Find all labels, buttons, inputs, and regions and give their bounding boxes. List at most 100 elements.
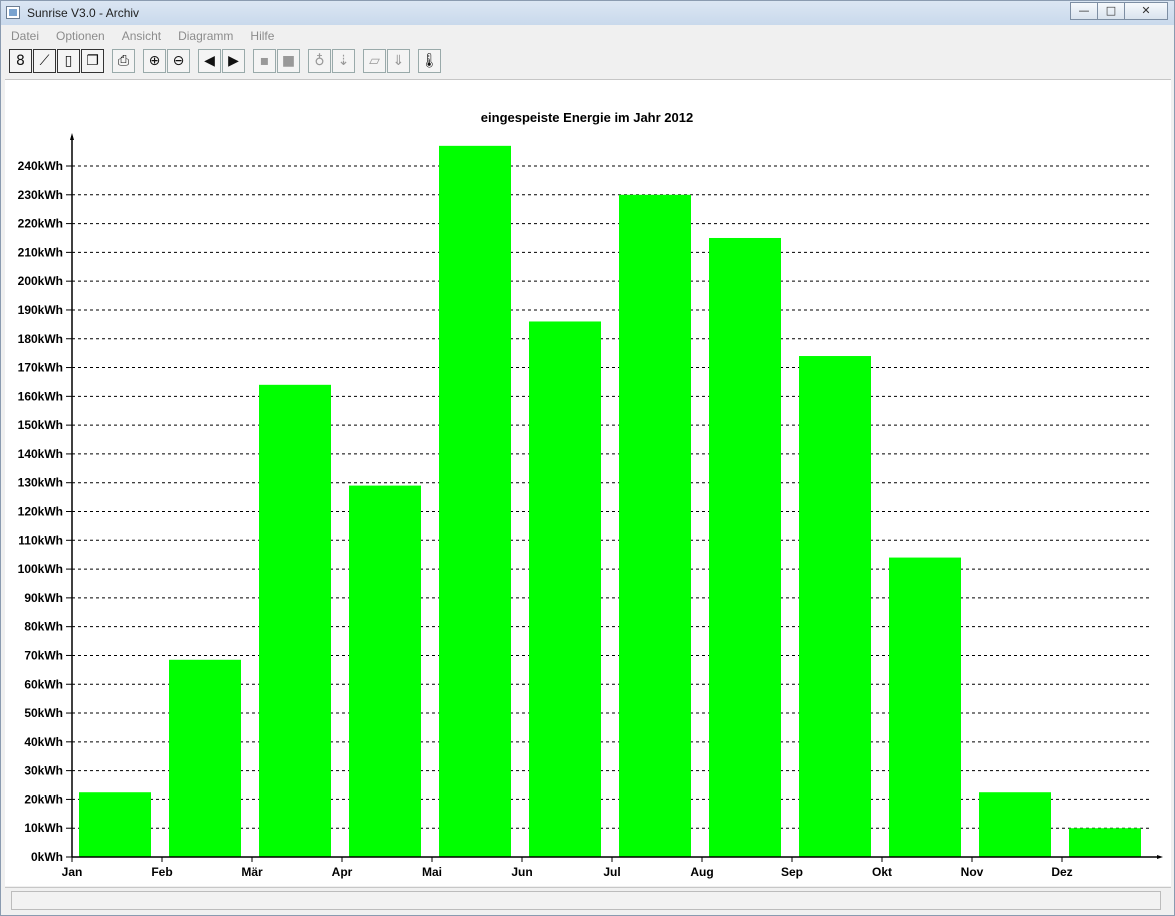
menu-hilfe[interactable]: Hilfe <box>240 26 281 46</box>
y-tick-label: 120kWh <box>18 505 63 519</box>
bar-mär <box>259 384 331 857</box>
overview-button[interactable]: 8 <box>9 49 32 73</box>
y-tick-label: 240kWh <box>18 159 63 173</box>
overview-icon: 8 <box>16 53 25 69</box>
y-tick-label: 80kWh <box>24 620 63 634</box>
minimize-button[interactable]: — <box>1070 2 1098 20</box>
x-tick-label: Feb <box>151 865 172 879</box>
y-tick-label: 110kWh <box>18 533 63 547</box>
bar-feb <box>169 659 241 857</box>
y-tick-label: 150kWh <box>18 418 63 432</box>
panel-button[interactable]: ▱ <box>363 49 386 73</box>
thermometer-button[interactable]: 🌡 <box>418 49 441 73</box>
menu-datei[interactable]: Datei <box>1 26 46 46</box>
zoom-in-icon: ⊕ <box>148 53 161 69</box>
month-button[interactable]: ■ <box>277 49 300 73</box>
line-chart-icon: ⟋ <box>39 53 50 69</box>
window-title: Sunrise V3.0 - Archiv <box>27 6 140 20</box>
y-tick-label: 170kWh <box>18 361 63 375</box>
day-icon: ▪ <box>259 53 270 69</box>
x-tick-label: Mai <box>422 865 442 879</box>
zoom-out-icon: ⊖ <box>172 53 185 69</box>
x-tick-label: Apr <box>332 865 353 879</box>
app-icon[interactable] <box>6 6 20 19</box>
y-tick-label: 60kWh <box>24 677 63 691</box>
toolbar: 8 ⟋ ▯ ❐ ⎙ ⊕ ⊖ ◀ ▶ ▪ ■ ♁ ⇣ ▱ ⇓ 🌡 <box>9 47 442 75</box>
menu-diagramm[interactable]: Diagramm <box>168 26 240 46</box>
x-tick-label: Dez <box>1051 865 1072 879</box>
x-tick-label: Mär <box>241 865 263 879</box>
y-tick-label: 20kWh <box>24 792 63 806</box>
month-icon: ■ <box>281 53 296 69</box>
zoom-in-button[interactable]: ⊕ <box>143 49 166 73</box>
y-tick-label: 200kWh <box>18 274 63 288</box>
print-button[interactable]: ⎙ <box>112 49 135 73</box>
y-tick-label: 220kWh <box>18 217 63 231</box>
bar-jun <box>529 321 601 858</box>
y-tick-label: 10kWh <box>24 821 63 835</box>
y-tick-label: 50kWh <box>24 706 63 720</box>
y-tick-label: 140kWh <box>18 447 63 461</box>
y-tick-label: 130kWh <box>18 476 63 490</box>
plug-down-button[interactable]: ⇣ <box>332 49 355 73</box>
y-tick-label: 190kWh <box>18 303 63 317</box>
x-tick-label: Jul <box>603 865 620 879</box>
x-tick-label: Okt <box>872 865 892 879</box>
y-tick-label: 100kWh <box>18 562 63 576</box>
y-axis-arrow <box>70 133 74 140</box>
app-window: Sunrise V3.0 - Archiv — □ ✕ Datei Optione… <box>0 0 1175 916</box>
bar-okt <box>889 557 961 857</box>
bar-apr <box>349 485 421 857</box>
page-button[interactable]: ▯ <box>57 49 80 73</box>
previous-icon: ◀ <box>204 53 215 69</box>
y-tick-label: 40kWh <box>24 735 63 749</box>
plug-down-icon: ⇣ <box>337 53 350 69</box>
panel-icon: ▱ <box>369 53 380 69</box>
thermometer-icon: 🌡 <box>420 53 439 69</box>
print-icon: ⎙ <box>117 53 130 69</box>
y-tick-label: 70kWh <box>24 648 63 662</box>
bar-jul <box>619 194 691 858</box>
status-bar <box>5 887 1171 913</box>
chart-area: eingespeiste Energie im Jahr 2012 0kWh 10… <box>5 79 1171 886</box>
menu-optionen[interactable]: Optionen <box>46 26 112 46</box>
bar-jan <box>79 792 151 857</box>
day-button[interactable]: ▪ <box>253 49 276 73</box>
bar-aug <box>709 237 781 857</box>
y-axis-ticks: 0kWh 10kWh 20kWh 30kWh 40kWh 50kWh 60kWh 70kWh 8… <box>18 159 72 864</box>
bars <box>79 145 1141 858</box>
plug-icon: ♁ <box>314 53 325 69</box>
status-panel <box>11 891 1161 910</box>
menu-bar: Datei Optionen Ansicht Diagramm Hilfe <box>1 26 1174 46</box>
y-tick-label: 230kWh <box>18 188 63 202</box>
y-tick-label: 210kWh <box>18 245 63 259</box>
y-tick-label: 180kWh <box>18 332 63 346</box>
bar-mai <box>439 145 511 857</box>
maximize-button[interactable]: □ <box>1097 2 1125 20</box>
x-axis-arrow <box>1157 855 1163 859</box>
x-tick-label: Nov <box>961 865 984 879</box>
windows-button[interactable]: ❐ <box>81 49 104 73</box>
menu-ansicht[interactable]: Ansicht <box>112 26 168 46</box>
x-tick-label: Jun <box>511 865 532 879</box>
page-icon: ▯ <box>64 53 73 69</box>
panel-down-icon: ⇓ <box>392 53 405 69</box>
x-tick-label: Jan <box>62 865 83 879</box>
panel-down-button[interactable]: ⇓ <box>387 49 410 73</box>
plug-button[interactable]: ♁ <box>308 49 331 73</box>
bar-sep <box>799 356 871 857</box>
y-tick-label: 0kWh <box>31 850 63 864</box>
energy-bar-chart: eingespeiste Energie im Jahr 2012 0kWh 10… <box>18 110 1163 879</box>
chart-title: eingespeiste Energie im Jahr 2012 <box>481 110 693 125</box>
next-button[interactable]: ▶ <box>222 49 245 73</box>
line-chart-button[interactable]: ⟋ <box>33 49 56 73</box>
next-icon: ▶ <box>228 53 239 69</box>
close-button[interactable]: ✕ <box>1124 2 1168 20</box>
bar-dez <box>1069 828 1141 857</box>
x-tick-label: Sep <box>781 865 803 879</box>
y-tick-label: 90kWh <box>24 591 63 605</box>
zoom-out-button[interactable]: ⊖ <box>167 49 190 73</box>
previous-button[interactable]: ◀ <box>198 49 221 73</box>
title-bar[interactable]: Sunrise V3.0 - Archiv — □ ✕ <box>1 1 1174 25</box>
y-tick-label: 30kWh <box>24 764 63 778</box>
